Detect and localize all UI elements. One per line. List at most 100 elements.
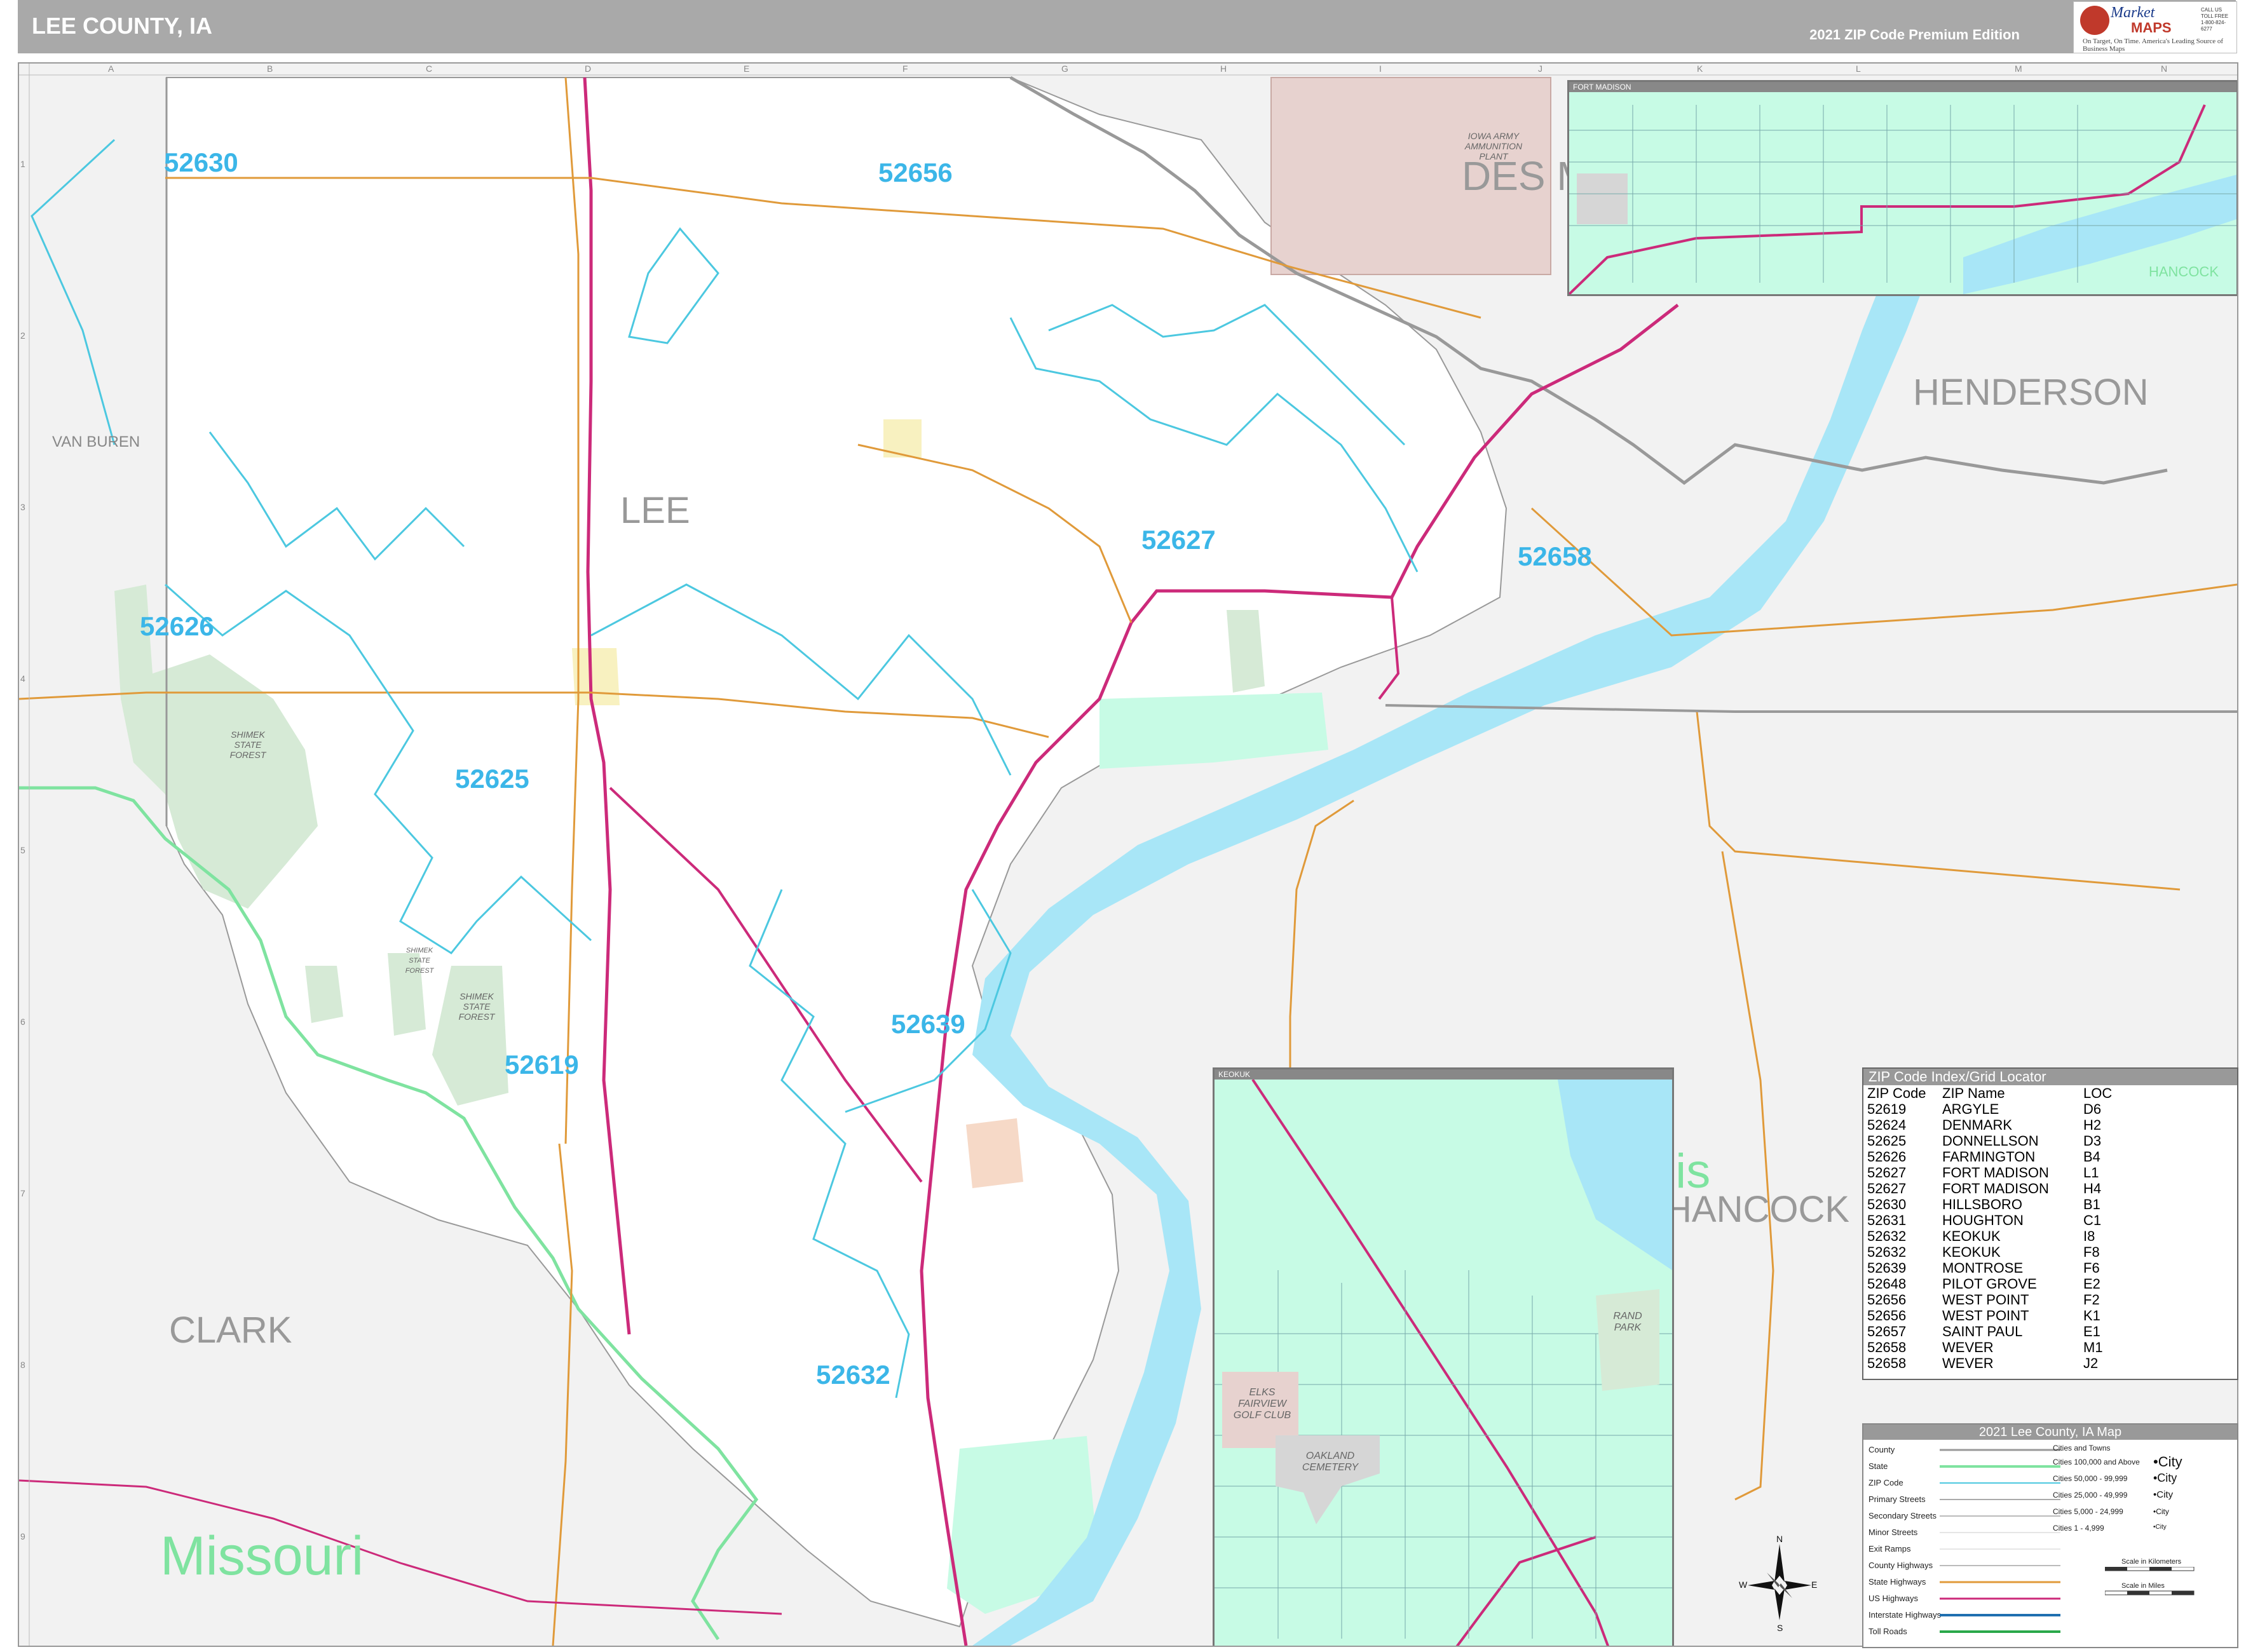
logo-brand-bottom: MAPS: [2131, 20, 2172, 36]
table-row[interactable]: 52632 KEOKUK F8: [1863, 1244, 2237, 1260]
elks-label: ELKS FAIRVIEW GOLF CLUB: [1233, 1387, 1291, 1421]
zip-boundary-1: [31, 139, 116, 445]
legend-title: 2021 Lee County, IA Map: [1863, 1425, 2237, 1440]
loc-cell: J2: [2083, 1355, 2099, 1371]
loc-cell: B4: [2083, 1149, 2100, 1165]
grid-col-K: K: [1697, 64, 1703, 74]
grid-col-G: G: [1061, 64, 1068, 74]
grid-col-J: J: [1538, 64, 1542, 74]
keokuk-inset[interactable]: KEOKUK ELKS FAIRVIEW GOLF CLUB OAKLAND C…: [1213, 1067, 1674, 1646]
name-cell: WEST POINT: [1942, 1292, 2029, 1308]
fort-madison-inset-drawing: [1569, 104, 2236, 294]
table-row[interactable]: 52648 PILOT GROVE E2: [1863, 1276, 2237, 1292]
zip-cell: 52624: [1867, 1117, 1907, 1133]
zip-label-52626[interactable]: 52626: [140, 611, 214, 642]
legend-cities-header: Cities and Towns: [2053, 1444, 2111, 1452]
zip-label-52630[interactable]: 52630: [164, 147, 238, 178]
legend-scale-km: Scale in Kilometers: [2121, 1558, 2182, 1566]
legend-item-state: State: [1868, 1461, 1888, 1471]
loc-cell: F2: [2083, 1292, 2100, 1308]
table-row[interactable]: 52656 WEST POINT F2: [1863, 1292, 2237, 1308]
table-row[interactable]: 52627 FORT MADISON L1: [1863, 1165, 2237, 1181]
table-row[interactable]: 52658 WEVER J2: [1863, 1355, 2237, 1371]
table-row[interactable]: 52619 ARGYLE D6: [1863, 1101, 2237, 1117]
edition-label: 2021 ZIP Code Premium Edition: [1809, 27, 2020, 43]
map-canvas[interactable]: A B C D E F G H I J K L M N 1 2 3 4 5 6 …: [18, 62, 2238, 1647]
zip-index-col-loc: LOC: [2083, 1085, 2113, 1101]
il-road-4: [1530, 507, 2237, 637]
table-row[interactable]: 52658 WEVER M1: [1863, 1339, 2237, 1355]
zip-label-52619[interactable]: 52619: [505, 1050, 579, 1080]
table-row[interactable]: 52639 MONTROSE F6: [1863, 1260, 2237, 1276]
grid-col-I: I: [1379, 64, 1382, 74]
zip-label-52627[interactable]: 52627: [1141, 525, 1216, 555]
publisher-logo[interactable]: Market MAPS On Target, On Time. America'…: [2073, 1, 2237, 53]
grid-col-L: L: [1856, 64, 1861, 74]
table-row[interactable]: 52631 HOUGHTON C1: [1863, 1212, 2237, 1228]
loc-cell: F6: [2083, 1260, 2100, 1276]
name-cell: KEOKUK: [1942, 1244, 2001, 1260]
zip-label-52625[interactable]: 52625: [455, 764, 529, 794]
loc-cell: D3: [2083, 1133, 2102, 1149]
shimek-forest-4: [305, 966, 343, 1023]
map-legend: 2021 Lee County, IA Map County State ZIP…: [1862, 1423, 2238, 1648]
rand-park-label: RAND PARK: [1613, 1311, 1642, 1333]
zip-label-52639[interactable]: 52639: [891, 1009, 965, 1039]
compass-s: S: [1777, 1623, 1783, 1633]
logo-brand-top: Market: [2111, 4, 2155, 21]
legend-item-county: County: [1868, 1445, 1895, 1454]
zip-cell: 52627: [1867, 1181, 1907, 1196]
table-row[interactable]: 52630 HILLSBORO B1: [1863, 1196, 2237, 1212]
compass-rose: N S E W: [1739, 1534, 1818, 1633]
legend-city-sample-4: •City: [2153, 1507, 2169, 1516]
grid-col-H: H: [1220, 64, 1227, 74]
name-cell: KEOKUK: [1942, 1228, 2001, 1244]
legend-city-class-5: Cities 1 - 4,999: [2053, 1524, 2104, 1533]
legend-item-secondary: Secondary Streets: [1868, 1511, 1936, 1520]
keokuk-inset-road-1: [1251, 1080, 1610, 1646]
loc-cell: I8: [2083, 1228, 2095, 1244]
loc-cell: K1: [2083, 1308, 2100, 1324]
legend-item-state-hwy: State Highways: [1868, 1577, 1926, 1587]
grid-row-2: 2: [20, 330, 25, 341]
grid-row-3: 3: [20, 502, 25, 512]
table-row[interactable]: 52627 FORT MADISON H4: [1863, 1181, 2237, 1196]
zip-index-table: ZIP Code Index/Grid Locator ZIP Code ZIP…: [1862, 1067, 2238, 1380]
zip-label-52632[interactable]: 52632: [816, 1360, 890, 1390]
zip-label-52658[interactable]: 52658: [1518, 541, 1592, 572]
table-row[interactable]: 52656 WEST POINT K1: [1863, 1308, 2237, 1324]
keokuk-inset-title: KEOKUK: [1215, 1069, 1672, 1080]
legend-city-sample-5: •City: [2153, 1524, 2167, 1531]
fm-inset-grid: [1569, 105, 2236, 283]
il-road-3: [1721, 851, 1774, 1501]
name-cell: HILLSBORO: [1942, 1196, 2022, 1212]
grid-col-M: M: [2015, 64, 2022, 74]
fort-madison-inset[interactable]: FORT MADISON HANCOCK: [1567, 80, 2237, 296]
table-row[interactable]: 52657 SAINT PAUL E1: [1863, 1324, 2237, 1339]
loc-cell: M1: [2083, 1339, 2103, 1355]
legend-item-us-hwy: US Highways: [1868, 1594, 1919, 1603]
mo-road-2: [19, 1479, 782, 1615]
grid-col-B: B: [267, 64, 273, 74]
name-cell: HOUGHTON: [1942, 1212, 2024, 1228]
zip-cell: 52656: [1867, 1308, 1907, 1324]
zip-label-52656[interactable]: 52656: [878, 158, 953, 188]
legend-item-county-hwy: County Highways: [1868, 1561, 1933, 1570]
table-row[interactable]: 52626 FARMINGTON B4: [1863, 1149, 2237, 1165]
state-label-missouri: Missouri: [160, 1526, 364, 1587]
logo-phone: CALL US TOLL FREE 1-800-824-6277: [2201, 7, 2229, 32]
compass-e: E: [1811, 1580, 1818, 1590]
name-cell: WEVER: [1942, 1339, 1994, 1355]
rand-park-area: [1596, 1289, 1659, 1391]
table-row[interactable]: 52632 KEOKUK I8: [1863, 1228, 2237, 1244]
grid-col-C: C: [426, 64, 433, 74]
table-row[interactable]: 52625 DONNELLSON D3: [1863, 1133, 2237, 1149]
green-park: [1227, 610, 1265, 693]
legend-city-sample-3: •City: [2153, 1489, 2174, 1500]
zip-cell: 52630: [1867, 1196, 1907, 1212]
table-row[interactable]: 52624 DENMARK H2: [1863, 1117, 2237, 1133]
name-cell: SAINT PAUL: [1942, 1324, 2023, 1339]
zip-cell: 52631: [1867, 1212, 1907, 1228]
zip-index-col-name: ZIP Name: [1942, 1085, 2005, 1101]
keokuk-inset-drawing: [1215, 1080, 1672, 1646]
